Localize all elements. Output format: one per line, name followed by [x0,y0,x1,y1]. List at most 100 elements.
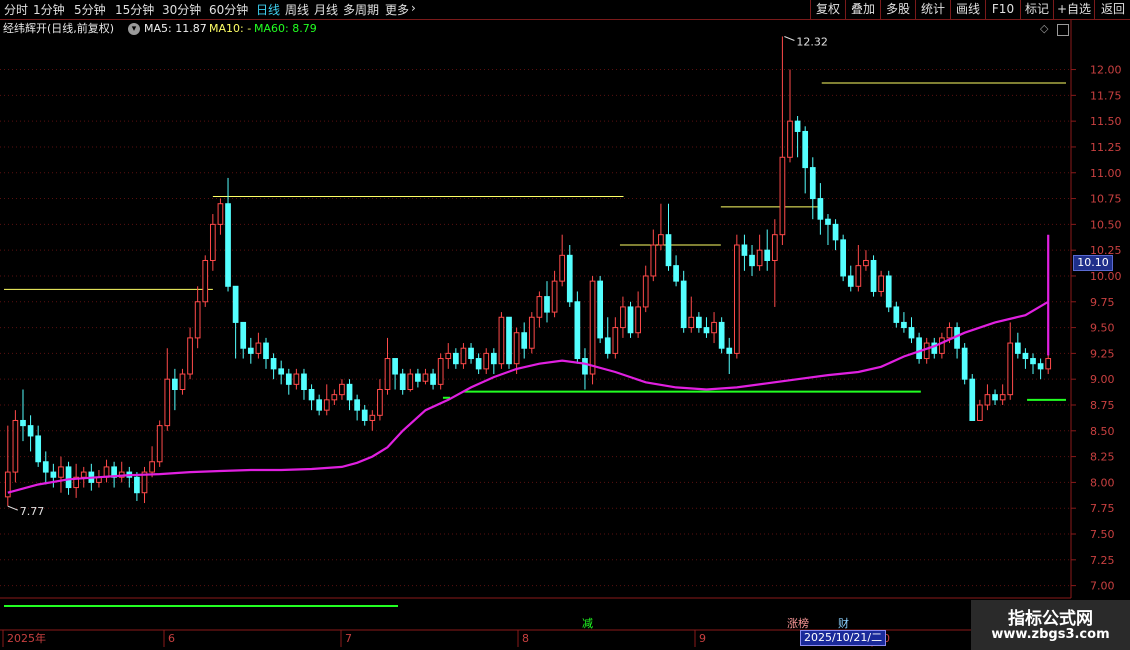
tab-weekly[interactable]: 周线 [285,1,309,18]
candle-down [415,373,421,382]
candle-down [225,203,231,287]
marker-zhangbang[interactable]: 涨榜 [785,615,811,631]
x-tick-label: 8 [522,632,529,645]
tab-fenshi[interactable]: 分时 [4,1,28,18]
candle-down [566,254,573,303]
candle-up [658,234,664,246]
ma10-value: MA10: - [209,22,252,35]
tab-more[interactable]: 更多 [385,1,409,18]
candle-up [202,259,209,303]
fuquan-button[interactable]: 复权 [810,0,845,19]
candle-down [961,347,968,380]
statistics-button[interactable]: 统计 [915,0,950,19]
ma5-value: MA5: 11.87 [144,22,207,35]
candle-up [977,404,983,421]
candle-down [908,327,915,339]
candle-up [445,352,452,360]
marker-jian[interactable]: 减 [580,615,595,631]
watermark: 指标公式网 www.zbgs3.com [971,600,1130,650]
candle-down [680,280,687,329]
candle-up [498,316,505,365]
more-chevron-icon[interactable]: › [411,1,416,15]
x-tick-label: 7 [345,632,352,645]
back-button[interactable]: 返回 [1094,0,1130,19]
candle-up [164,378,171,427]
tab-30min[interactable]: 30分钟 [162,1,201,18]
candle-up [217,203,224,225]
candle-up [733,244,740,354]
candle-down [1022,352,1029,360]
candle-down [172,378,178,391]
x-tick-label: 9 [699,632,706,645]
candle-down [764,249,771,261]
multi-stock-button[interactable]: 多股 [880,0,915,19]
y-tick-label: 7.25 [1090,554,1115,567]
add-favorite-button[interactable]: +自选 [1053,0,1094,19]
tab-1min[interactable]: 1分钟 [33,1,65,18]
candle-down [263,342,269,360]
candle-down [726,347,733,354]
tab-multi-period[interactable]: 多周期 [343,1,379,18]
ma60-value: MA60: 8.79 [254,22,317,35]
y-tick-label: 7.75 [1090,502,1115,515]
tab-daily[interactable]: 日线 [256,1,280,18]
candle-down [673,265,679,282]
diamond-icon[interactable]: ◇ [1040,20,1048,38]
tab-monthly[interactable]: 月线 [314,1,338,18]
candle-down [832,223,839,241]
overlay-button[interactable]: 叠加 [845,0,880,19]
tab-5min[interactable]: 5分钟 [74,1,106,18]
maximize-icon[interactable] [1057,24,1069,36]
candle-up [863,259,869,267]
candle-up [58,466,64,478]
y-axis: 12.0011.7511.5011.2511.0010.7510.5010.25… [1071,64,1122,593]
candle-up [460,347,467,365]
draw-line-button[interactable]: 画线 [950,0,985,19]
candle-down [346,383,353,401]
candle-down [794,120,801,132]
y-tick-label: 11.75 [1090,89,1122,102]
tab-60min[interactable]: 60分钟 [209,1,248,18]
settings-dropdown-icon[interactable]: ▾ [128,23,140,35]
candle-up [878,275,884,292]
candle-up [551,280,558,313]
y-tick-label: 8.00 [1090,476,1115,489]
current-price-tag: 10.10 [1073,255,1113,271]
low-price-label: 7.77 [20,505,45,518]
tab-15min[interactable]: 15分钟 [115,1,154,18]
candle-up [437,358,444,385]
y-tick-label: 7.50 [1090,528,1115,541]
candle-down [240,321,247,349]
candle-up [179,373,186,391]
candle-down [1037,363,1044,370]
y-tick-label: 9.25 [1090,347,1115,360]
candle-up [1045,358,1052,370]
y-tick-label: 8.75 [1090,399,1115,412]
marker-cai[interactable]: 财 [836,615,851,631]
candle-up [642,275,649,308]
mark-button[interactable]: 标记 [1020,0,1053,19]
candle-down [817,198,824,220]
y-tick-label: 12.00 [1090,64,1122,77]
candle-down [468,347,474,360]
candle-down [893,306,900,323]
candle-up [483,352,490,370]
candle-up [771,234,778,261]
candle-up [756,249,763,267]
candle-up [149,461,155,473]
kline-chart[interactable]: 12.327.77 12.00 11.75 11.50 11.25 11.00 10.75… [0,0,1130,650]
y-tick-label: 10.00 [1090,270,1122,283]
candle-down [825,218,831,225]
f10-button[interactable]: F10 [985,0,1020,19]
toolbar: 分时 1分钟 5分钟 15分钟 30分钟 60分钟 日线 周线 月线 多周期 更… [0,0,1130,20]
candle-up [946,327,953,339]
candle-up [12,419,19,473]
candle-up [422,373,429,382]
candle-down [741,244,748,256]
watermark-title: 指标公式网 [1008,609,1093,629]
candle-down [840,239,847,277]
candle-down [604,337,611,354]
candlesticks[interactable] [4,36,1052,507]
candle-down [361,409,368,421]
candle-down [901,321,907,329]
